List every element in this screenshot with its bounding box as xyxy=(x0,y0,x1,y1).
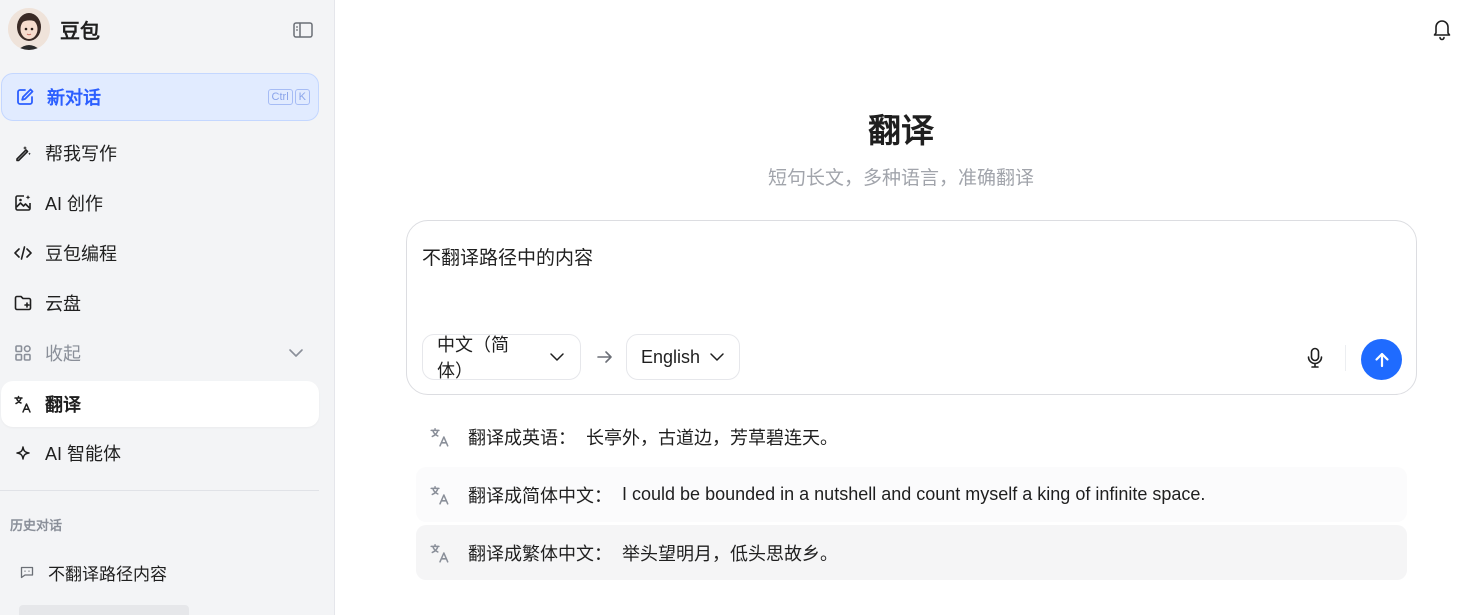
send-button[interactable] xyxy=(1361,339,1402,380)
folder-icon xyxy=(13,293,33,313)
translate-icon xyxy=(429,542,451,564)
composer-input[interactable]: 不翻译路径中的内容 xyxy=(422,243,593,270)
chevron-down-icon xyxy=(548,348,566,366)
sidebar-item-label: 收起 xyxy=(45,344,81,364)
history-item-partial xyxy=(19,605,219,615)
page-title: 翻译 xyxy=(868,112,934,149)
sidebar-item-coding[interactable]: 豆包编程 xyxy=(1,230,319,276)
page-subtitle: 短句长文，多种语言，准确翻译 xyxy=(767,168,1034,189)
sidebar-item-label: 豆包编程 xyxy=(45,244,117,264)
history-item-placeholder xyxy=(19,605,189,615)
sidebar-toggle-icon[interactable] xyxy=(292,20,314,40)
sidebar-item-collapse[interactable]: 收起 xyxy=(1,330,319,376)
image-create-icon xyxy=(13,193,33,213)
code-icon xyxy=(13,243,33,263)
target-language-label: English xyxy=(641,346,701,367)
translate-icon xyxy=(13,394,33,414)
shortcut-key-k: K xyxy=(294,89,310,105)
chat-bubble-icon xyxy=(19,564,35,580)
translate-icon xyxy=(429,484,451,506)
avatar xyxy=(8,8,50,50)
arrow-up-icon xyxy=(1372,350,1392,370)
target-language-select[interactable]: English xyxy=(626,334,740,380)
history-header: 历史对话 xyxy=(10,518,63,533)
sidebar-item-label: 云盘 xyxy=(45,294,81,314)
sidebar-item-translate[interactable]: 翻译 xyxy=(1,381,319,427)
sidebar-divider xyxy=(0,490,319,491)
chevron-down-icon xyxy=(287,344,305,367)
translate-icon xyxy=(429,426,451,448)
sidebar-item-ai-agent[interactable]: AI 智能体 xyxy=(1,430,319,476)
composer-divider xyxy=(1345,345,1346,371)
sidebar-item-label: 翻译 xyxy=(45,395,81,415)
chevron-down-icon xyxy=(708,348,726,366)
suggestion-prefix: 翻译成简体中文： xyxy=(468,485,623,506)
sidebar: 豆包 新对话 Ctrl K 帮我写作 AI 创作 豆包编程 云盘 收起 翻译 A… xyxy=(0,0,335,615)
grid-icon xyxy=(13,343,33,363)
suggestion-text: I could be bounded in a nutshell and cou… xyxy=(622,484,1206,504)
suggestion-prefix: 翻译成英语： xyxy=(468,427,587,448)
app-name: 豆包 xyxy=(60,20,100,43)
history-item[interactable]: 不翻译路径内容 xyxy=(1,550,319,594)
suggestion-text: 长亭外，古道边，芳草碧连天。 xyxy=(586,427,839,448)
source-language-label: 中文（简体） xyxy=(437,335,509,381)
shortcut-hint: Ctrl K xyxy=(267,89,310,105)
source-language-select[interactable]: 中文（简体） xyxy=(422,334,581,381)
suggestion-item[interactable]: 翻译成简体中文： I could be bounded in a nutshel… xyxy=(416,467,1407,522)
shortcut-key-ctrl: Ctrl xyxy=(267,89,293,105)
sidebar-item-cloud-drive[interactable]: 云盘 xyxy=(1,280,319,326)
brand[interactable]: 豆包 xyxy=(8,8,100,50)
notification-bell-icon[interactable] xyxy=(1431,17,1453,41)
microphone-icon[interactable] xyxy=(1304,346,1326,370)
suggestion-item[interactable]: 翻译成英语： 长亭外，古道边，芳草碧连天。 xyxy=(416,409,1407,464)
sparkle-icon xyxy=(13,443,33,463)
suggestion-prefix: 翻译成繁体中文： xyxy=(468,543,623,564)
suggestion-item[interactable]: 翻译成繁体中文： 举头望明月，低头思故乡。 xyxy=(416,525,1407,580)
suggestion-text: 举头望明月，低头思故乡。 xyxy=(622,543,839,564)
translate-composer: 不翻译路径中的内容 中文（简体） English xyxy=(406,220,1417,395)
arrow-right-icon xyxy=(595,347,615,367)
sidebar-item-label: AI 创作 xyxy=(45,194,104,214)
sidebar-item-label: AI 智能体 xyxy=(45,444,122,464)
history-item-label: 不翻译路径内容 xyxy=(48,564,167,584)
